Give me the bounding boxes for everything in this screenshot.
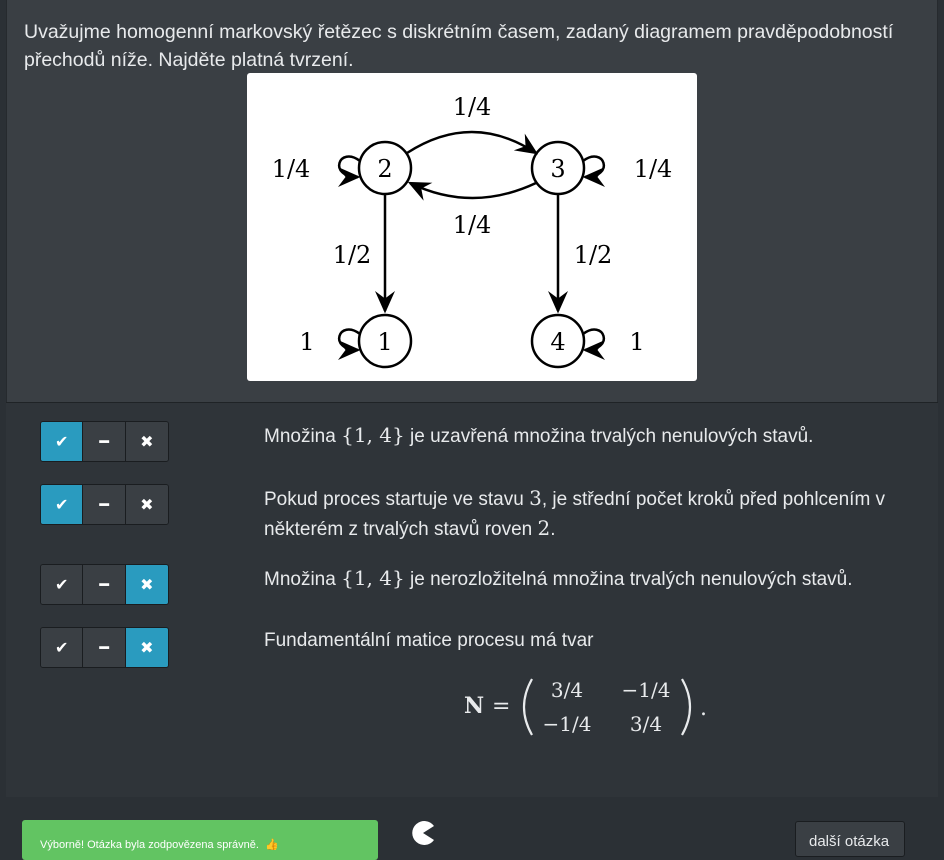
svg-text:1: 1 xyxy=(377,328,392,356)
check-icon[interactable]: ✔ xyxy=(41,422,84,461)
matrix-cell-11: 3/4 xyxy=(551,678,583,702)
label-3-4: 1/2 xyxy=(574,241,613,269)
state-4-node: 4 xyxy=(530,313,586,369)
minus-icon[interactable]: ━ xyxy=(83,422,126,461)
answer-1-toggle: ✔ ━ ✖ xyxy=(40,421,169,462)
matrix-cell-22: 3/4 xyxy=(630,712,662,736)
label-loop-2: 1/4 xyxy=(272,155,311,183)
minus-icon[interactable]: ━ xyxy=(83,485,126,524)
label-loop-3: 1/4 xyxy=(634,155,673,183)
label-3-2: 1/4 xyxy=(453,211,492,239)
check-icon[interactable]: ✔ xyxy=(41,485,84,524)
thumbs-up-icon: 👍 xyxy=(261,839,279,851)
edge-2-to-3 xyxy=(406,130,539,155)
next-question-button[interactable]: další otázka xyxy=(795,821,905,857)
times-icon[interactable]: ✖ xyxy=(125,422,168,461)
answer-3-toggle: ✔ ━ ✖ xyxy=(40,564,169,605)
svg-text:2: 2 xyxy=(377,155,392,183)
pacman-icon xyxy=(410,820,436,846)
loop-4 xyxy=(582,328,606,360)
statement-3: Množina {1, 4} je nerozložitelná množina… xyxy=(264,566,853,590)
check-icon[interactable]: ✔ xyxy=(41,628,84,667)
label-2-3: 1/4 xyxy=(453,93,492,121)
state-1-node: 1 xyxy=(357,313,413,369)
feedback-text: Výborně! Otázka byla zodpovězena správně… xyxy=(40,839,259,851)
matrix-cell-21: −1/4 xyxy=(543,712,592,736)
matrix-symbol: N xyxy=(464,693,484,719)
times-icon[interactable]: ✖ xyxy=(125,565,168,604)
loop-1 xyxy=(337,328,361,360)
matrix-equals: = xyxy=(492,694,510,719)
markov-chain-diagram: 2 3 1 4 1/4 1/4 1/4 1/4 1/2 1/2 1 1 xyxy=(247,73,697,381)
times-icon[interactable]: ✖ xyxy=(125,628,168,667)
minus-icon[interactable]: ━ xyxy=(83,628,126,667)
label-2-1: 1/2 xyxy=(333,241,372,269)
matrix-end: . xyxy=(700,696,707,721)
success-alert: Výborně! Otázka byla zodpovězena správně… xyxy=(22,820,378,860)
edge-3-to-2 xyxy=(407,181,537,201)
times-icon[interactable]: ✖ xyxy=(125,485,168,524)
minus-icon[interactable]: ━ xyxy=(83,565,126,604)
answer-4-toggle: ✔ ━ ✖ xyxy=(40,627,169,668)
loop-3 xyxy=(582,155,606,187)
question-text: Uvažujme homogenní markovský řetězec s d… xyxy=(24,21,894,71)
loop-2 xyxy=(337,155,361,187)
statement-1: Množina {1, 4} je uzavřená množina trval… xyxy=(264,423,814,447)
state-2-node: 2 xyxy=(357,140,413,196)
statement-2: Pokud proces startuje ve stavu 3, je stř… xyxy=(264,486,886,540)
fundamental-matrix: N = 3/4 −1/4 −1/4 3/4 . xyxy=(460,675,720,739)
matrix-cell-12: −1/4 xyxy=(622,678,671,702)
label-loop-4: 1 xyxy=(629,328,644,356)
svg-text:3: 3 xyxy=(550,155,565,183)
state-3-node: 3 xyxy=(530,140,586,196)
statement-4: Fundamentální matice procesu má tvar xyxy=(264,630,594,651)
answer-2-toggle: ✔ ━ ✖ xyxy=(40,484,169,525)
svg-text:4: 4 xyxy=(550,328,565,356)
label-loop-1: 1 xyxy=(299,328,314,356)
check-icon[interactable]: ✔ xyxy=(41,565,84,604)
